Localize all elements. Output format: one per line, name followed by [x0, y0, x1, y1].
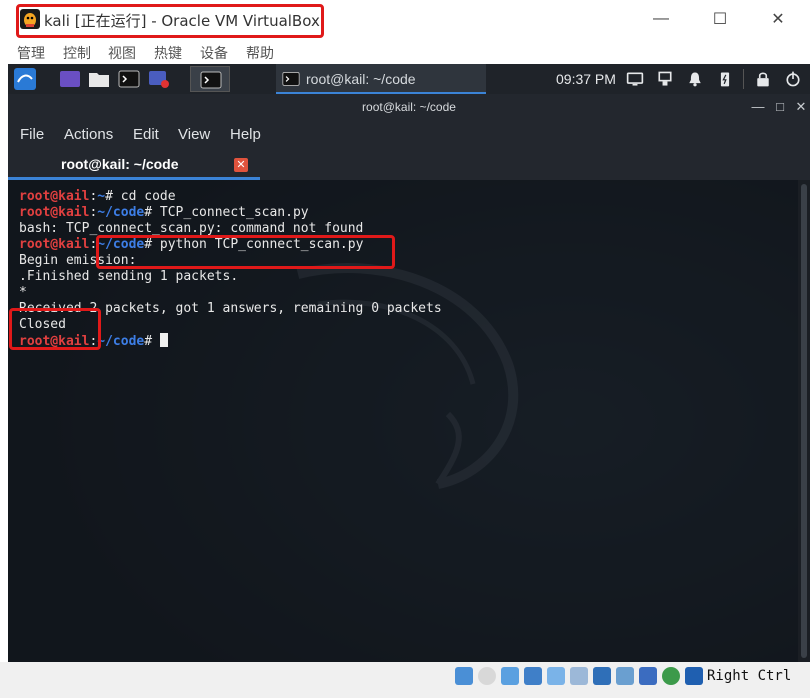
- terminal-task-icon: [282, 72, 300, 86]
- terminal-titlebar: root@kail: ~/code — □ ✕: [8, 94, 810, 120]
- terminal-menu-actions[interactable]: Actions: [64, 126, 113, 143]
- command-text: # TCP_connect_scan.py: [144, 205, 309, 220]
- terminal-line: .Finished sending 1 packets.: [19, 269, 798, 285]
- output-text: Closed: [19, 317, 66, 332]
- output-text: bash: TCP_connect_scan.py: command not f…: [19, 221, 364, 236]
- command-text: # cd code: [105, 189, 176, 204]
- active-app-launcher[interactable]: [190, 66, 230, 92]
- taskbar-terminal-button[interactable]: root@kail: ~/code: [276, 64, 486, 94]
- minimize-button[interactable]: —: [648, 8, 674, 30]
- kali-menu-icon[interactable]: [14, 68, 36, 90]
- panel-separator: [743, 69, 744, 89]
- terminal-title: root@kail: ~/code: [362, 100, 456, 114]
- terminal-menu-view[interactable]: View: [178, 126, 210, 143]
- terminal-maximize-button[interactable]: □: [771, 98, 789, 116]
- tab-close-icon[interactable]: ✕: [234, 158, 248, 172]
- terminal-tab[interactable]: root@kail: ~/code ✕: [8, 150, 260, 180]
- prompt-path: ~/code: [97, 205, 145, 220]
- network-adapter-icon[interactable]: [524, 667, 542, 685]
- terminal-line: root@kail:~# cd code: [19, 189, 798, 205]
- prompt-user: root@kail: [19, 237, 90, 252]
- virtualization-icon[interactable]: [639, 667, 657, 685]
- notification-bell-icon[interactable]: [686, 68, 704, 90]
- terminal-minimize-button[interactable]: —: [749, 98, 767, 116]
- terminal-line: Received 2 packets, got 1 answers, remai…: [19, 301, 798, 317]
- lock-icon[interactable]: [754, 68, 772, 90]
- terminal-scrollbar[interactable]: [798, 180, 810, 662]
- menu-help[interactable]: 帮助: [246, 43, 274, 63]
- terminal-close-button[interactable]: ✕: [792, 98, 810, 116]
- guest-additions-icon[interactable]: [662, 667, 680, 685]
- host-statusbar: Right Ctrl: [0, 662, 810, 698]
- terminal-tabbar: root@kail: ~/code ✕: [8, 150, 810, 180]
- terminal-line: root@kail:~/code#: [19, 333, 798, 349]
- file-manager-icon[interactable]: [88, 68, 110, 90]
- terminal-icon: [200, 71, 222, 89]
- mouse-integration-icon[interactable]: [685, 667, 703, 685]
- video-capture-icon[interactable]: [616, 667, 634, 685]
- output-text: Begin emission:: [19, 253, 137, 268]
- hard-disk-icon[interactable]: [455, 667, 473, 685]
- guest-display[interactable]: root@kail: ~/code 09:37 PM root@kail: ~/…: [8, 64, 810, 662]
- terminal-launcher-icon[interactable]: [118, 68, 140, 90]
- menu-manage[interactable]: 管理: [17, 43, 45, 63]
- command-text: #: [144, 334, 160, 349]
- window-titlebar: kali [正在运行] - Oracle VM VirtualBox — ☐ ✕: [0, 0, 810, 40]
- command-text: # python TCP_connect_scan.py: [144, 237, 364, 252]
- menu-devices[interactable]: 设备: [200, 43, 228, 63]
- power-icon[interactable]: [784, 68, 802, 90]
- host-menubar: 管理 控制 视图 热键 设备 帮助: [0, 40, 810, 64]
- menu-control[interactable]: 控制: [63, 43, 91, 63]
- network-icon[interactable]: [656, 68, 674, 90]
- display-settings-icon[interactable]: [593, 667, 611, 685]
- output-text: *: [19, 285, 27, 300]
- terminal-line: bash: TCP_connect_scan.py: command not f…: [19, 221, 798, 237]
- workspace-icon[interactable]: [59, 68, 81, 90]
- terminal-window: root@kail: ~/code — □ ✕ File Actions Edi…: [8, 94, 810, 662]
- kali-app-icon: [20, 9, 40, 29]
- terminal-output[interactable]: root@kail:~# cd code root@kail:~/code# TC…: [8, 180, 798, 662]
- terminal-menubar: File Actions Edit View Help: [8, 120, 810, 150]
- prompt-user: root@kail: [19, 205, 90, 220]
- terminal-menu-edit[interactable]: Edit: [133, 126, 159, 143]
- menu-hotkey[interactable]: 热键: [154, 43, 182, 63]
- terminal-line: root@kail:~/code# TCP_connect_scan.py: [19, 205, 798, 221]
- terminal-menu-help[interactable]: Help: [230, 126, 261, 143]
- prompt-user: root@kail: [19, 189, 90, 204]
- terminal-menu-file[interactable]: File: [20, 126, 44, 143]
- panel-clock[interactable]: 09:37 PM: [556, 71, 616, 87]
- guest-top-panel: root@kail: ~/code 09:37 PM: [8, 64, 810, 94]
- maximize-button[interactable]: ☐: [707, 8, 733, 30]
- audio-icon[interactable]: [501, 667, 519, 685]
- battery-icon[interactable]: [716, 68, 734, 90]
- terminal-line: root@kail:~/code# python TCP_connect_sca…: [19, 237, 798, 253]
- menu-view[interactable]: 视图: [108, 43, 136, 63]
- prompt-path: ~/code: [97, 237, 145, 252]
- prompt-path: ~/code: [97, 334, 145, 349]
- terminal-line: *: [19, 285, 798, 301]
- scrollbar-thumb[interactable]: [801, 184, 807, 658]
- output-text: Received 2 packets, got 1 answers, remai…: [19, 301, 442, 316]
- optical-drive-icon[interactable]: [478, 667, 496, 685]
- prompt-path: ~: [97, 189, 106, 204]
- output-text: .Finished sending 1 packets.: [19, 269, 239, 284]
- taskbar-terminal-label: root@kail: ~/code: [306, 71, 416, 87]
- display-icon[interactable]: [626, 68, 644, 90]
- screen-recorder-icon[interactable]: [148, 68, 170, 90]
- prompt-user: root@kail: [19, 334, 90, 349]
- usb-icon[interactable]: [547, 667, 565, 685]
- terminal-tab-label: root@kail: ~/code: [61, 156, 179, 172]
- host-key-label: Right Ctrl: [707, 668, 792, 684]
- close-button[interactable]: ✕: [765, 8, 791, 30]
- terminal-line: Closed: [19, 317, 798, 333]
- virtualbox-window: kali [正在运行] - Oracle VM VirtualBox — ☐ ✕…: [0, 0, 810, 698]
- window-title: kali [正在运行] - Oracle VM VirtualBox: [44, 12, 320, 30]
- terminal-cursor: [159, 333, 168, 347]
- shared-folders-icon[interactable]: [570, 667, 588, 685]
- terminal-line: Begin emission:: [19, 253, 798, 269]
